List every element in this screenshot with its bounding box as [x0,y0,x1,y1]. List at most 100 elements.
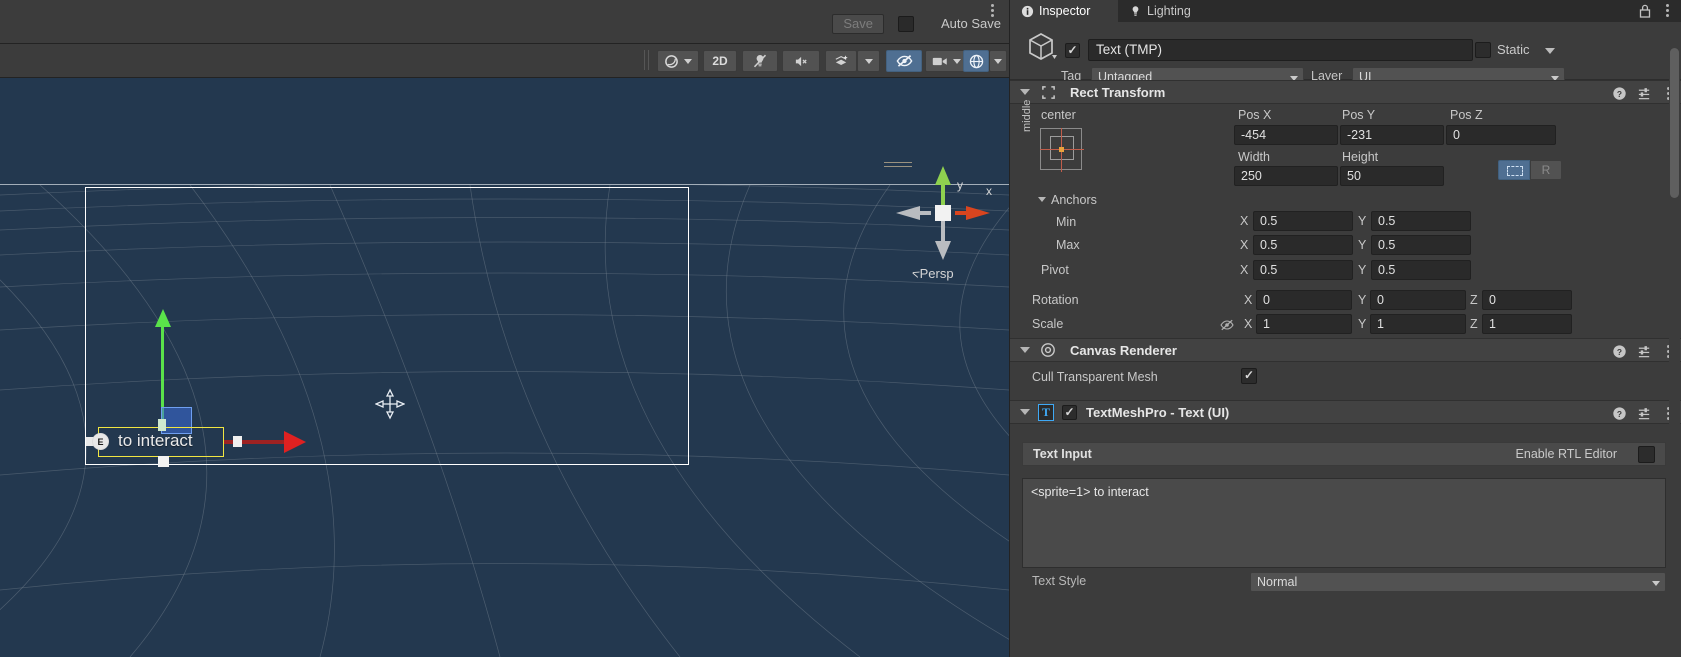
lock-icon[interactable] [1637,3,1653,19]
scene-lighting-button[interactable] [742,50,778,72]
effects-icon [835,55,848,66]
gizmos-toggle-button[interactable] [963,50,989,72]
tab-inspector[interactable]: Inspector [1010,0,1118,22]
scene-viewport[interactable]: E to interact y x <Persp [0,78,1009,657]
raw-edit-mode-button[interactable]: R [1530,160,1562,180]
rotation-x-field[interactable]: 0 [1256,290,1352,310]
scene-object-text: to interact [118,431,193,450]
text-style-dropdown[interactable]: Normal [1250,572,1666,592]
pos-y-field[interactable]: -231 [1340,125,1444,145]
canvas-renderer-header[interactable]: Canvas Renderer ? [1010,338,1681,362]
inspector-scrollbar-thumb[interactable] [1670,48,1679,198]
pivot-label: Pivot [1041,263,1069,277]
scene-kebab-menu-icon[interactable] [985,2,999,22]
pivot-y-field[interactable]: 0.5 [1371,260,1471,280]
canvas-renderer-icon [1040,342,1056,358]
auto-save-checkbox[interactable] [898,16,914,32]
cull-transparent-mesh-checkbox[interactable]: ✓ [1241,368,1257,384]
canvas-renderer-title: Canvas Renderer [1070,342,1177,358]
rotation-label: Rotation [1032,293,1079,307]
checkmark-icon: ✓ [1064,404,1075,419]
shading-mode-button[interactable] [657,50,699,72]
anchor-min-y-field[interactable]: 0.5 [1371,211,1471,231]
pivot-handle-top[interactable] [158,419,166,431]
chevron-down-icon [864,58,873,64]
textmeshpro-title: TextMeshPro - Text (UI) [1086,404,1230,420]
width-label: Width [1238,150,1270,164]
projection-mode-label[interactable]: <Persp [910,265,954,282]
anchor-preset-widget[interactable] [1040,128,1084,172]
pos-z-field[interactable]: 0 [1446,125,1556,145]
width-field[interactable]: 250 [1234,166,1338,186]
scale-z-axis-label: Z [1470,317,1478,331]
tab-lighting[interactable]: Lighting [1118,0,1218,22]
cull-transparent-mesh-label: Cull Transparent Mesh [1032,370,1158,384]
preset-icon[interactable] [1637,406,1652,421]
hidden-objects-toggle[interactable] [886,50,922,72]
scene-top-toolbar: Save Auto Save [0,0,1009,44]
anchor-min-x-field[interactable]: 0.5 [1253,211,1353,231]
textmeshpro-header[interactable]: T ✓ TextMeshPro - Text (UI) ? [1010,400,1681,424]
inspector-tab-bar: Inspector Lighting [1010,0,1681,22]
anchors-body: X 0.5 Y 0.5 Max X 0.5 Y 0.5 Pivot X 0.5 … [1010,211,1681,288]
foldout-triangle-icon [1038,197,1046,202]
anchor-max-y-field[interactable]: 0.5 [1371,235,1471,255]
foldout-triangle-icon[interactable] [1020,409,1030,415]
inspector-kebab-menu-icon[interactable] [1661,2,1673,19]
anchor-preset-horizontal-label: center [1041,108,1076,122]
rotation-y-field[interactable]: 0 [1370,290,1466,310]
rect-transform-header[interactable]: Rect Transform ? [1010,80,1681,104]
static-checkbox[interactable] [1475,42,1491,58]
pos-x-field[interactable]: -454 [1234,125,1338,145]
move-gizmo-x-arrow[interactable] [284,431,306,453]
anchors-foldout-label[interactable]: Anchors [1038,193,1097,207]
move-gizmo-y-arrow[interactable] [155,309,171,327]
gameobject-header: ✓ Text (TMP) Static Tag Untagged Layer U… [1010,22,1681,87]
rot-y-axis-label: Y [1358,293,1367,307]
foldout-triangle-icon[interactable] [1020,89,1030,95]
anchor-max-x-field[interactable]: 0.5 [1253,235,1353,255]
scene-fx-dropdown[interactable] [857,50,880,72]
scene-camera-button[interactable] [925,50,967,72]
blueprint-mode-button[interactable] [1498,160,1530,180]
gizmo-x-label: x [986,184,992,198]
transform-rotation-scale-body: Rotation X 0 Y 0 Z 0 Scale X 1 Y 1 Z 1 [1010,288,1681,338]
constrain-proportions-off-icon[interactable] [1219,318,1235,332]
gizmo-y-label: y [957,178,963,192]
gameobject-name-field[interactable]: Text (TMP) [1088,39,1473,61]
inspector-panel: Inspector Lighting ✓ Text (TMP) Static T… [1009,0,1681,657]
scale-y-field[interactable]: 1 [1370,314,1466,334]
help-icon[interactable]: ? [1612,344,1627,359]
toolbar-divider [644,50,645,70]
tab-inspector-label: Inspector [1039,4,1091,18]
help-icon[interactable]: ? [1612,406,1627,421]
enable-rtl-editor-checkbox[interactable] [1638,446,1655,463]
preset-icon[interactable] [1637,344,1652,359]
rotation-z-field[interactable]: 0 [1482,290,1572,310]
height-field[interactable]: 50 [1340,166,1444,186]
text-input-textarea[interactable]: <sprite=1> to interact [1022,478,1666,568]
svg-text:?: ? [1617,347,1622,357]
min-x-axis-label: X [1240,214,1249,228]
gizmos-dropdown[interactable] [989,50,1007,72]
pos-y-label: Pos Y [1342,108,1376,122]
textmeshpro-enabled-checkbox[interactable]: ✓ [1062,404,1077,420]
scale-x-field[interactable]: 1 [1256,314,1352,334]
preset-icon[interactable] [1637,86,1652,101]
gameobject-cube-icon [1029,33,1057,60]
scale-z-field[interactable]: 1 [1482,314,1572,334]
anchor-preset-pivot-dot [1059,147,1064,152]
static-dropdown-chevron-down-icon[interactable] [1545,48,1555,54]
scene-fx-button[interactable] [825,50,857,72]
sphere-shading-icon [665,54,678,68]
save-button[interactable]: Save [832,14,884,34]
toggle-2d-button[interactable]: 2D [703,50,737,72]
lighting-off-icon [753,54,767,68]
pivot-x-field[interactable]: 0.5 [1253,260,1353,280]
help-icon[interactable]: ? [1612,86,1627,101]
gameobject-enabled-checkbox[interactable]: ✓ [1065,43,1080,58]
foldout-triangle-icon[interactable] [1020,347,1030,353]
pivot-handle-bottom[interactable] [158,456,169,467]
svg-text:?: ? [1617,89,1622,99]
scene-audio-button[interactable] [782,50,820,72]
